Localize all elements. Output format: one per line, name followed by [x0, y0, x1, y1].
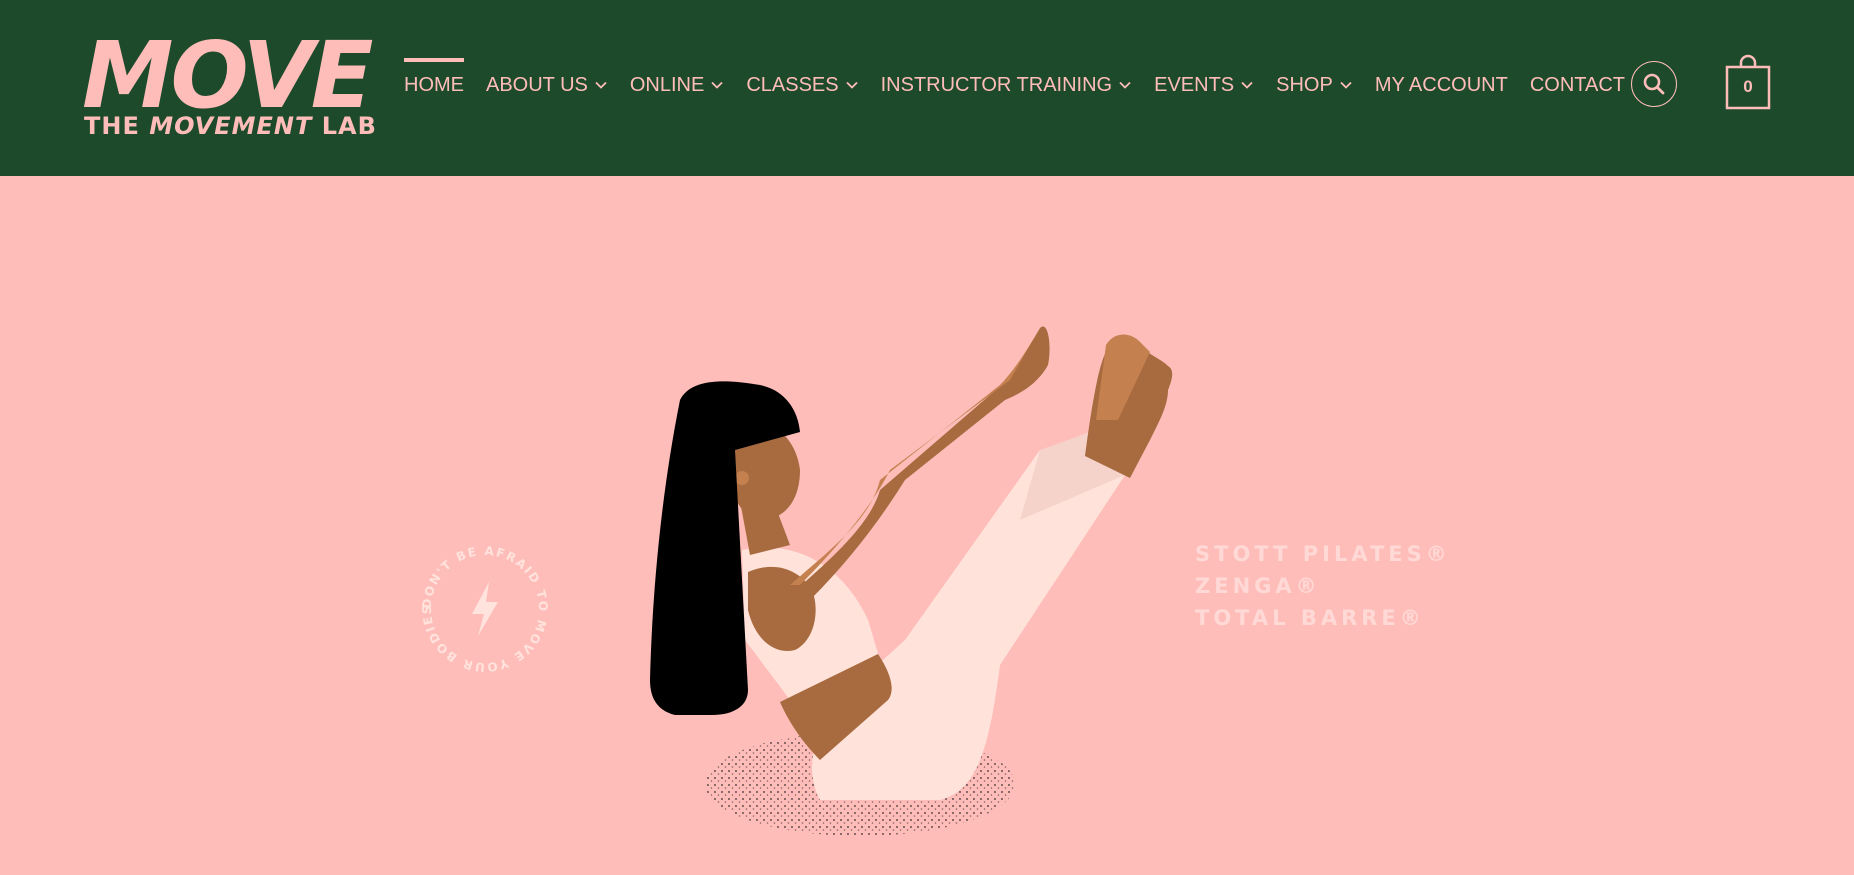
nav-classes[interactable]: CLASSES: [746, 74, 858, 97]
disciplines-list: STOTT PILATES® ZENGA® TOTAL BARRE®: [1195, 538, 1451, 634]
discipline-item: STOTT PILATES®: [1195, 542, 1451, 566]
cart-button[interactable]: 0: [1725, 54, 1771, 110]
nav-about-us-label: ABOUT US: [486, 73, 588, 96]
nav-classes-label: CLASSES: [746, 73, 839, 96]
chevron-down-icon: [1119, 81, 1131, 89]
nav-home[interactable]: HOME: [404, 57, 464, 97]
circular-slogan-badge: DON'T BE AFRAID TO MOVE YOUR BODIES.: [410, 534, 548, 674]
main-nav: HOME ABOUT US ONLINE CLASSES INSTRUCTOR …: [404, 57, 1647, 97]
nav-events-label: EVENTS: [1154, 73, 1235, 96]
logo-tagline: THE MOVEMENT LAB: [84, 112, 377, 140]
nav-my-account[interactable]: MY ACCOUNT: [1375, 74, 1508, 97]
site-header: MOVE THE MOVEMENT LAB HOME ABOUT US ONLI…: [0, 0, 1854, 176]
search-button[interactable]: [1631, 61, 1677, 107]
chevron-down-icon: [845, 81, 858, 89]
search-icon: [1643, 73, 1665, 95]
cart-count: 0: [1743, 77, 1753, 96]
nav-instructor-training-label: INSTRUCTOR TRAINING: [880, 73, 1113, 96]
pilates-woman-illustration: [650, 326, 1173, 836]
ear: [735, 471, 749, 485]
discipline-item: ZENGA®: [1195, 574, 1321, 598]
nav-events[interactable]: EVENTS: [1154, 74, 1254, 97]
nav-about-us[interactable]: ABOUT US: [486, 74, 608, 97]
nav-online[interactable]: ONLINE: [630, 74, 724, 97]
nav-home-label: HOME: [404, 73, 464, 96]
nav-shop-label: SHOP: [1276, 73, 1333, 96]
nav-my-account-label: MY ACCOUNT: [1374, 73, 1508, 96]
nav-shop[interactable]: SHOP: [1276, 74, 1353, 97]
lightning-bolt-icon: [472, 582, 498, 636]
nav-contact-label: CONTACT: [1529, 73, 1625, 96]
chevron-down-icon: [711, 81, 723, 89]
chevron-down-icon: [595, 81, 607, 89]
discipline-item: TOTAL BARRE®: [1195, 606, 1425, 630]
logo-wordmark: MOVE: [82, 22, 374, 129]
nav-online-label: ONLINE: [629, 73, 705, 96]
brand-logo[interactable]: MOVE THE MOVEMENT LAB: [82, 30, 376, 148]
chevron-down-icon: [1241, 81, 1253, 89]
chevron-down-icon: [1340, 81, 1352, 89]
nav-instructor-training[interactable]: INSTRUCTOR TRAINING: [881, 74, 1133, 97]
nav-contact[interactable]: CONTACT: [1530, 74, 1625, 97]
